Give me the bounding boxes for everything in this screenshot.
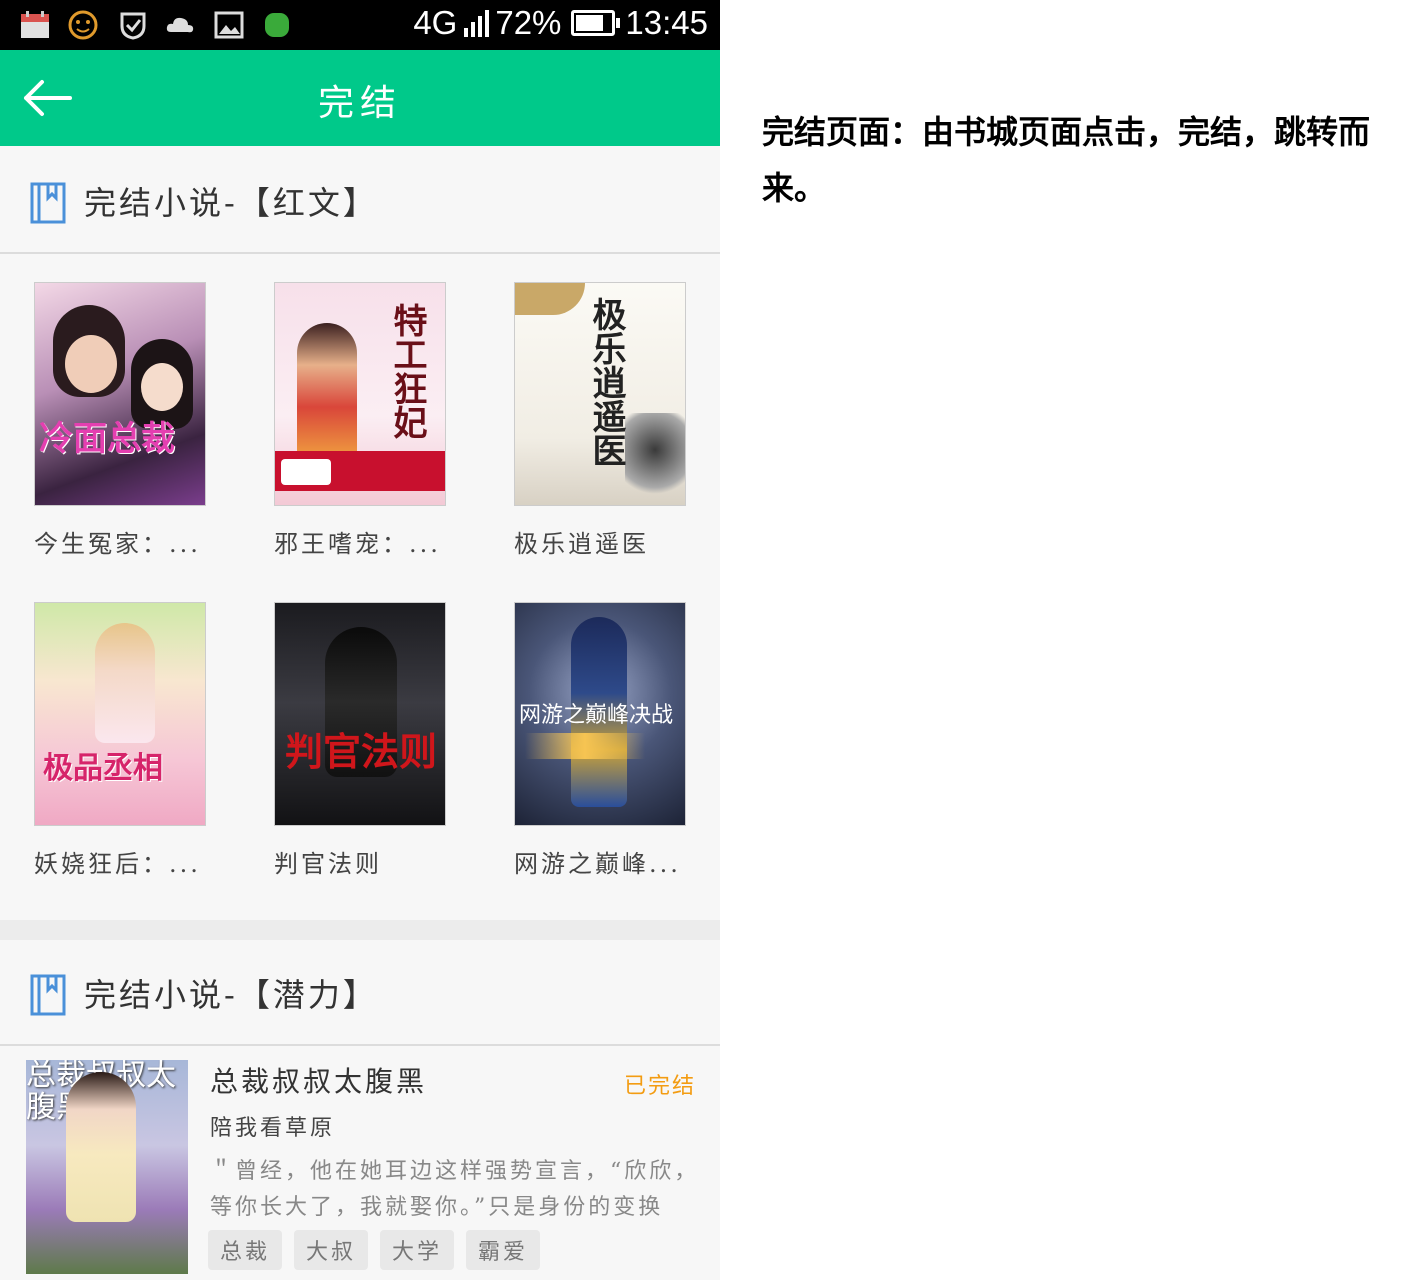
page-title: 完结 [317,83,402,124]
section-header-qianli[interactable]: 完结小说-【潜力】 [0,940,720,1046]
cover-title-text: 冷面总裁 [39,419,175,459]
bookmark-book-icon [30,182,66,224]
book-card[interactable]: 极乐逍遥医 极乐逍遥医 [514,282,686,559]
book-card[interactable]: 极品丞相 妖娆狂后：... [34,602,206,879]
cover-title-text: 极乐逍遥医 [586,297,626,467]
phone-screen: 4G 72% 13:45 完结 完结小说-【红文】 冷面总裁 今生冤家：... … [0,0,720,1280]
app-notification-icon [265,13,289,37]
clock: 13:45 [625,4,708,41]
book-card[interactable]: 网游之巅峰决战 网游之巅峰... [514,602,686,879]
book-cover[interactable]: 总裁叔叔太腹黑 [26,1060,188,1274]
book-title: 总裁叔叔太腹黑 [210,1065,428,1098]
cover-title-text: 极品丞相 [43,751,163,786]
status-bar: 4G 72% 13:45 [0,0,720,50]
emoji-icon [68,10,98,40]
section-title: 完结小说-【红文】 [84,184,378,222]
bookmark-book-icon [30,974,66,1016]
book-list-item[interactable]: 总裁叔叔太腹黑 总裁叔叔太腹黑 已完结 陪我看草原 ＂曾经，他在她耳边这样强势宣… [0,1044,720,1280]
network-indicator: 4G [413,4,458,41]
book-title: 判官法则 [274,850,382,878]
cover-title-text: 判官法则 [285,729,438,774]
cover-title-text: 网游之巅峰决战 [519,703,674,728]
book-cover[interactable]: 网游之巅峰决战 [514,602,686,826]
image-icon [214,11,244,39]
book-card[interactable]: 特工狂妃 邪王嗜宠：... [274,282,446,559]
tag-list: 总裁 大叔 大学 霸爱 [208,1230,541,1270]
cover-title-text: 特工狂妃 [387,303,427,439]
book-title: 妖娆狂后：... [34,850,201,878]
book-title: 网游之巅峰... [514,850,681,878]
tag[interactable]: 总裁 [208,1230,283,1270]
book-card[interactable]: 冷面总裁 今生冤家：... [34,282,206,559]
book-title: 今生冤家：... [34,530,201,558]
battery-icon [571,10,621,36]
signal-icon [464,10,490,37]
status-right: 4G 72% 13:45 [413,4,708,42]
section-title: 完结小说-【潜力】 [84,976,378,1014]
book-author: 陪我看草原 [210,1116,336,1141]
calendar-icon [21,11,49,38]
tag[interactable]: 大叔 [294,1230,369,1270]
tag[interactable]: 大学 [380,1230,455,1270]
book-cover[interactable]: 判官法则 [274,602,446,826]
status-badge: 已完结 [623,1074,696,1099]
shield-check-icon [120,12,146,40]
book-cover[interactable]: 冷面总裁 [34,282,206,506]
tag[interactable]: 霸爱 [466,1230,541,1270]
section-header-hongwen[interactable]: 完结小说-【红文】 [0,148,720,254]
book-cover[interactable]: 极乐逍遥医 [514,282,686,506]
cloud-icon [166,17,194,33]
book-cover[interactable]: 极品丞相 [34,602,206,826]
annotation-caption: 完结页面：由书城页面点击，完结，跳转而来。 [762,113,1371,207]
app-bar: 完结 [0,50,720,146]
book-title: 邪王嗜宠：... [274,530,441,558]
battery-percent: 72% [495,4,562,41]
book-cover[interactable]: 特工狂妃 [274,282,446,506]
book-card[interactable]: 判官法则 判官法则 [274,602,446,879]
section-divider [0,920,720,942]
book-title: 极乐逍遥医 [514,530,649,558]
